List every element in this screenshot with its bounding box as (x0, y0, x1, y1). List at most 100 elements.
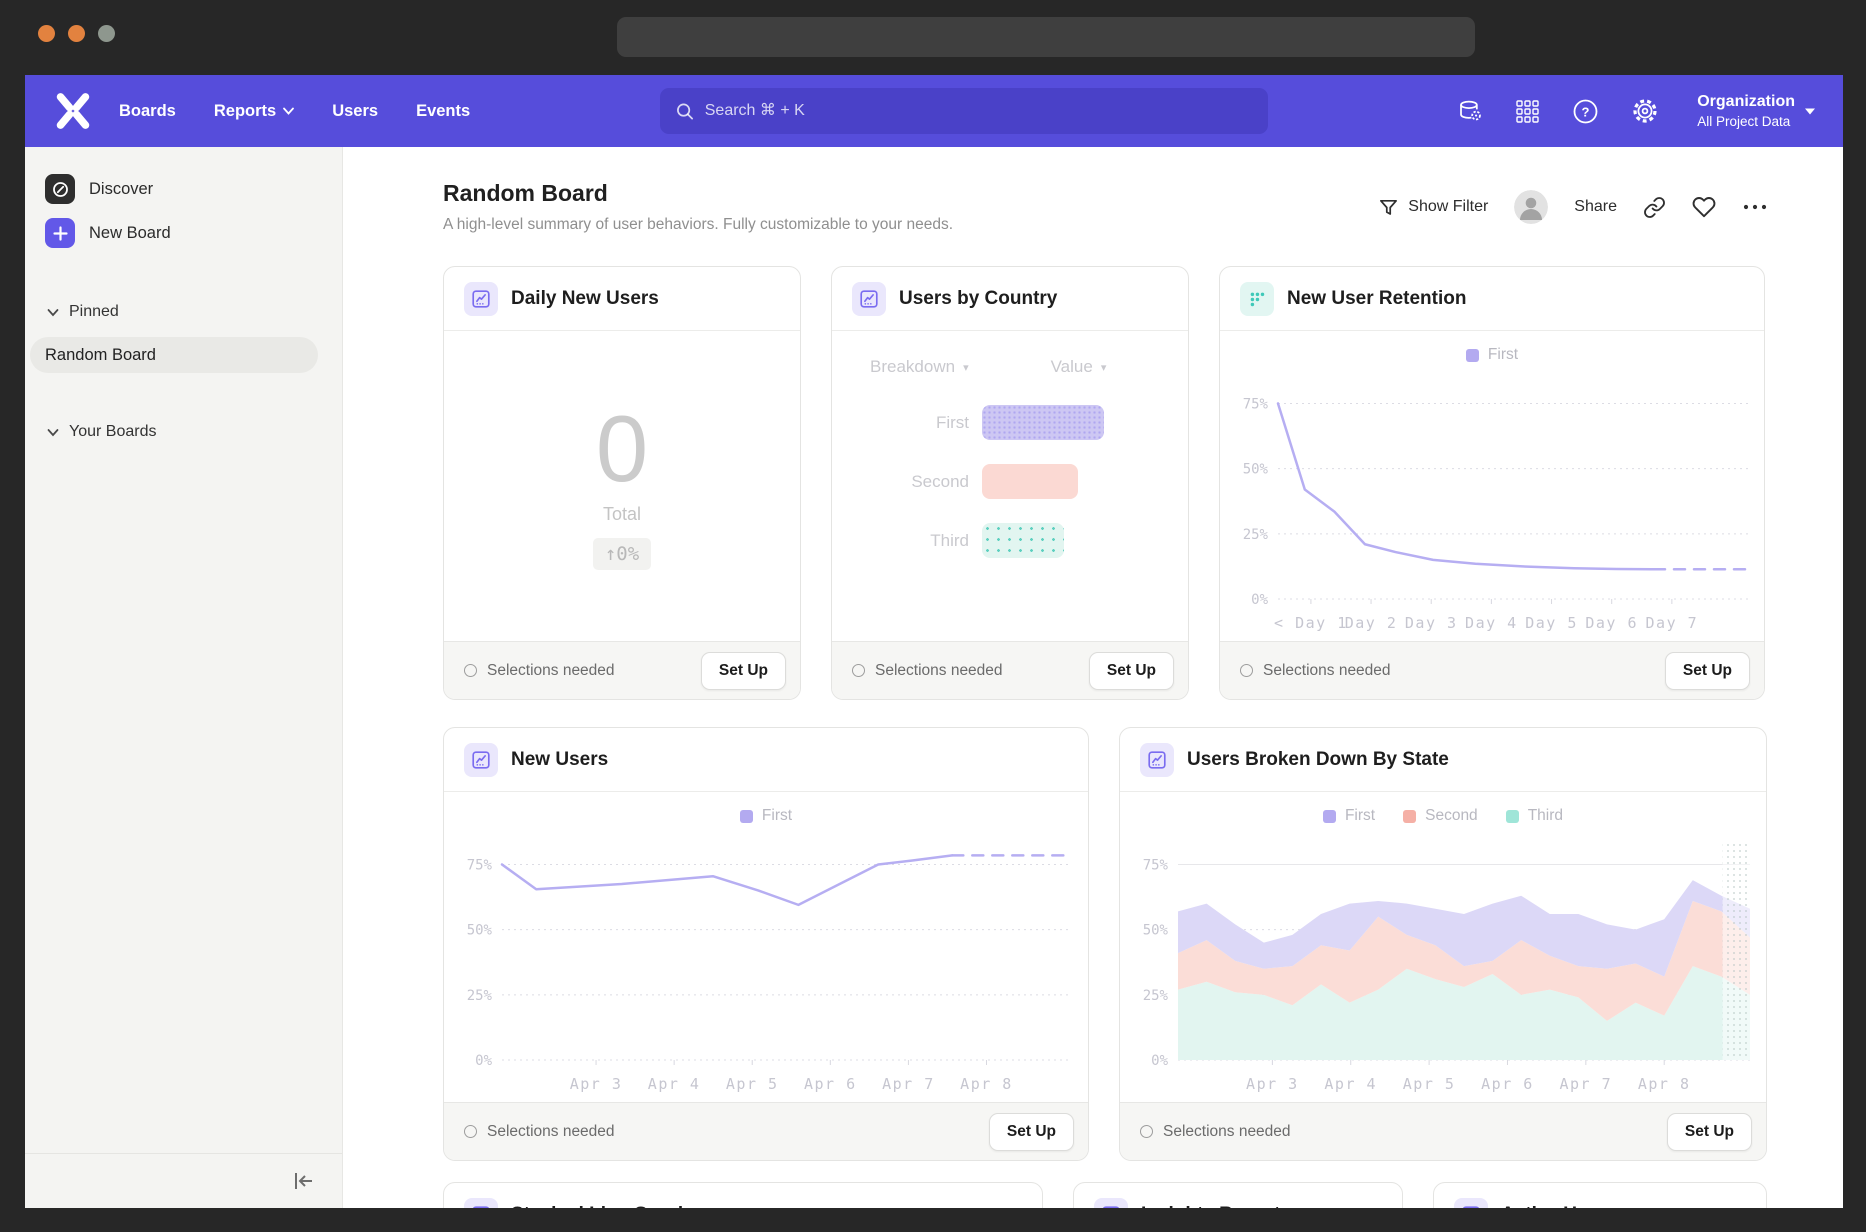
apps-grid-icon[interactable] (1515, 99, 1540, 124)
card-title: Active Users (1501, 1204, 1616, 1209)
set-up-button[interactable]: Set Up (1665, 652, 1750, 690)
search-bar[interactable] (660, 88, 1268, 134)
svg-text:Day 2: Day 2 (1345, 614, 1398, 632)
status-text: Selections needed (487, 662, 615, 680)
svg-text:Apr 7: Apr 7 (1560, 1075, 1613, 1093)
card-title: Insights Report (1141, 1204, 1280, 1209)
status: Selections needed (1240, 662, 1391, 680)
svg-text:75%: 75% (1143, 857, 1169, 873)
org-texts: Organization All Project Data (1697, 92, 1795, 130)
board-actions: Show Filter Share (1378, 190, 1768, 224)
value-bar (982, 464, 1078, 499)
set-up-button[interactable]: Set Up (1667, 1113, 1752, 1151)
search-input[interactable] (705, 102, 1252, 120)
data-management-icon[interactable] (1457, 98, 1483, 124)
more-options-icon[interactable] (1742, 202, 1768, 212)
svg-text:Apr 3: Apr 3 (1246, 1075, 1299, 1093)
svg-text:Day 7: Day 7 (1646, 614, 1699, 632)
svg-text:25%: 25% (1243, 527, 1269, 543)
nav-item-events[interactable]: Events (416, 102, 470, 121)
help-icon[interactable]: ? (1572, 98, 1599, 125)
board-name: Random Board (45, 346, 156, 365)
chevron-down-icon: ▾ (1101, 361, 1107, 374)
main-panel: Random Board A high-level summary of use… (343, 147, 1843, 1208)
sidebar-item-new-board[interactable]: New Board (25, 211, 342, 255)
set-up-button[interactable]: Set Up (1089, 652, 1174, 690)
collapse-sidebar-icon[interactable] (290, 1169, 316, 1193)
nav-item-reports[interactable]: Reports (214, 102, 294, 121)
table-row: Third (832, 523, 1188, 558)
chevron-down-icon (47, 428, 59, 437)
legend-swatch (1506, 810, 1519, 823)
browser-address-bar[interactable] (617, 17, 1475, 57)
window-minimize-button[interactable] (68, 25, 85, 42)
card-users-by-country: Users by Country Breakdown▾ Value ▾ (831, 266, 1189, 700)
breakdown-dropdown[interactable]: Breakdown▾ (870, 357, 969, 377)
retention-grid-icon (1240, 282, 1274, 316)
sidebar-item-random-board[interactable]: Random Board (30, 337, 318, 373)
card-footer: Selections needed Set Up (1220, 641, 1764, 699)
sidebar-item-discover[interactable]: Discover (25, 167, 342, 211)
sidebar-section-pinned[interactable]: Pinned (25, 297, 342, 327)
mixpanel-logo-icon[interactable] (53, 91, 93, 131)
svg-text:Apr 5: Apr 5 (1403, 1075, 1456, 1093)
legend-label: Second (1425, 807, 1478, 825)
search-icon (676, 102, 694, 121)
card-footer: Selections needed Set Up (444, 1102, 1088, 1160)
window-controls (38, 25, 115, 42)
value-bar (982, 523, 1064, 558)
sidebar: Discover New Board Pinned Random Board (25, 147, 343, 1208)
chart-legend: First (444, 805, 1088, 827)
set-up-button[interactable]: Set Up (989, 1113, 1074, 1151)
show-filter-label: Show Filter (1408, 198, 1488, 216)
copy-link-icon[interactable] (1643, 196, 1666, 219)
card-insights-report: Insights Report (1073, 1182, 1403, 1208)
sidebar-footer (25, 1153, 342, 1208)
status-text: Selections needed (1163, 1123, 1291, 1141)
value-dropdown[interactable]: Value ▾ (1051, 357, 1107, 377)
stacked-area-chart: 75%50%25%0%Apr 3Apr 4Apr 5Apr 6Apr 7Apr … (1120, 831, 1766, 1096)
svg-text:Apr 4: Apr 4 (648, 1075, 701, 1093)
window-close-button[interactable] (38, 25, 55, 42)
chart-legend: First (1220, 344, 1764, 366)
avatar[interactable] (1514, 190, 1548, 224)
svg-text:0%: 0% (1251, 592, 1268, 608)
card-header: New Users (444, 728, 1088, 792)
card-header: New User Retention (1220, 267, 1764, 331)
cards-row-3: Stacked Line Graph Insights Report (443, 1182, 1768, 1208)
sidebar-item-label: Discover (89, 180, 153, 199)
discover-icon (45, 174, 75, 204)
svg-text:Apr 7: Apr 7 (882, 1075, 935, 1093)
nav-item-boards[interactable]: Boards (119, 102, 176, 121)
column-label: Value (1051, 357, 1093, 377)
card-header: Users by Country (832, 267, 1188, 331)
table-row: First (832, 405, 1188, 440)
card-active-users: Active Users (1433, 1182, 1767, 1208)
org-project: All Project Data (1697, 113, 1790, 131)
favorite-heart-icon[interactable] (1692, 195, 1716, 219)
window-zoom-button[interactable] (98, 25, 115, 42)
org-switcher[interactable]: Organization All Project Data (1697, 92, 1815, 130)
sidebar-section-your-boards[interactable]: Your Boards (25, 417, 342, 447)
svg-text:25%: 25% (467, 988, 493, 1004)
section-label: Your Boards (69, 423, 156, 441)
card-footer: Selections needed Set Up (832, 641, 1188, 699)
svg-text:Day 4: Day 4 (1465, 614, 1518, 632)
settings-gear-icon[interactable] (1631, 97, 1659, 125)
nav-menu: Boards Reports Users Events (119, 102, 470, 121)
page-subtitle: A high-level summary of user behaviors. … (443, 216, 953, 234)
card-title: Users by Country (899, 288, 1057, 310)
legend-swatch (1466, 349, 1479, 362)
chart-area: First 75%50%25%0%Apr 3Apr 4Apr 5Apr 6Apr… (444, 792, 1088, 1102)
content: Discover New Board Pinned Random Board (25, 147, 1843, 1208)
status: Selections needed (1140, 1123, 1291, 1141)
svg-text:< Day 1: < Day 1 (1274, 614, 1348, 632)
show-filter-button[interactable]: Show Filter (1378, 197, 1488, 218)
svg-text:Day 6: Day 6 (1585, 614, 1638, 632)
metric-delta-badge: ↑0% (593, 538, 651, 570)
set-up-button[interactable]: Set Up (701, 652, 786, 690)
svg-text:50%: 50% (467, 923, 493, 939)
svg-text:Apr 3: Apr 3 (570, 1075, 623, 1093)
nav-item-users[interactable]: Users (332, 102, 378, 121)
share-button[interactable]: Share (1574, 198, 1617, 216)
